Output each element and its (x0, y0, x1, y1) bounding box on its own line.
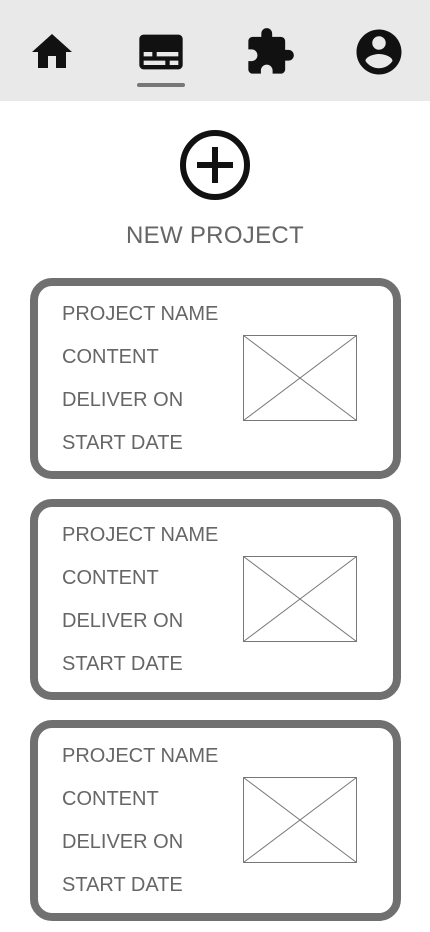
project-start-date: START DATE (62, 874, 183, 896)
account-circle-icon (352, 25, 406, 79)
puzzle-icon (244, 26, 296, 78)
project-card[interactable]: PROJECT NAME CONTENT DELIVER ON START DA… (30, 278, 401, 479)
new-project-label[interactable]: NEW PROJECT (0, 222, 430, 250)
nav-projects-button[interactable] (133, 24, 189, 80)
subtitles-icon (135, 26, 187, 78)
project-name: PROJECT NAME (62, 303, 219, 325)
project-card[interactable]: PROJECT NAME CONTENT DELIVER ON START DA… (30, 720, 401, 921)
nav-home-button[interactable] (24, 24, 80, 80)
top-navigation-bar (0, 0, 430, 101)
nav-account-button[interactable] (351, 24, 407, 80)
home-icon (28, 28, 76, 76)
image-placeholder-icon (243, 335, 357, 421)
project-start-date: START DATE (62, 653, 183, 675)
project-deliver-on: DELIVER ON (62, 389, 184, 411)
project-content: CONTENT (62, 346, 159, 368)
project-name: PROJECT NAME (62, 745, 219, 767)
image-placeholder-icon (243, 556, 357, 642)
project-deliver-on: DELIVER ON (62, 610, 184, 632)
project-content: CONTENT (62, 567, 159, 589)
project-start-date: START DATE (62, 432, 183, 454)
active-tab-indicator (137, 83, 185, 87)
nav-extensions-button[interactable] (242, 24, 298, 80)
plus-circle-icon[interactable] (179, 129, 251, 201)
project-deliver-on: DELIVER ON (62, 831, 184, 853)
project-content: CONTENT (62, 788, 159, 810)
project-name: PROJECT NAME (62, 524, 219, 546)
image-placeholder-icon (243, 777, 357, 863)
project-card[interactable]: PROJECT NAME CONTENT DELIVER ON START DA… (30, 499, 401, 700)
new-project-section: NEW PROJECT (0, 125, 430, 255)
